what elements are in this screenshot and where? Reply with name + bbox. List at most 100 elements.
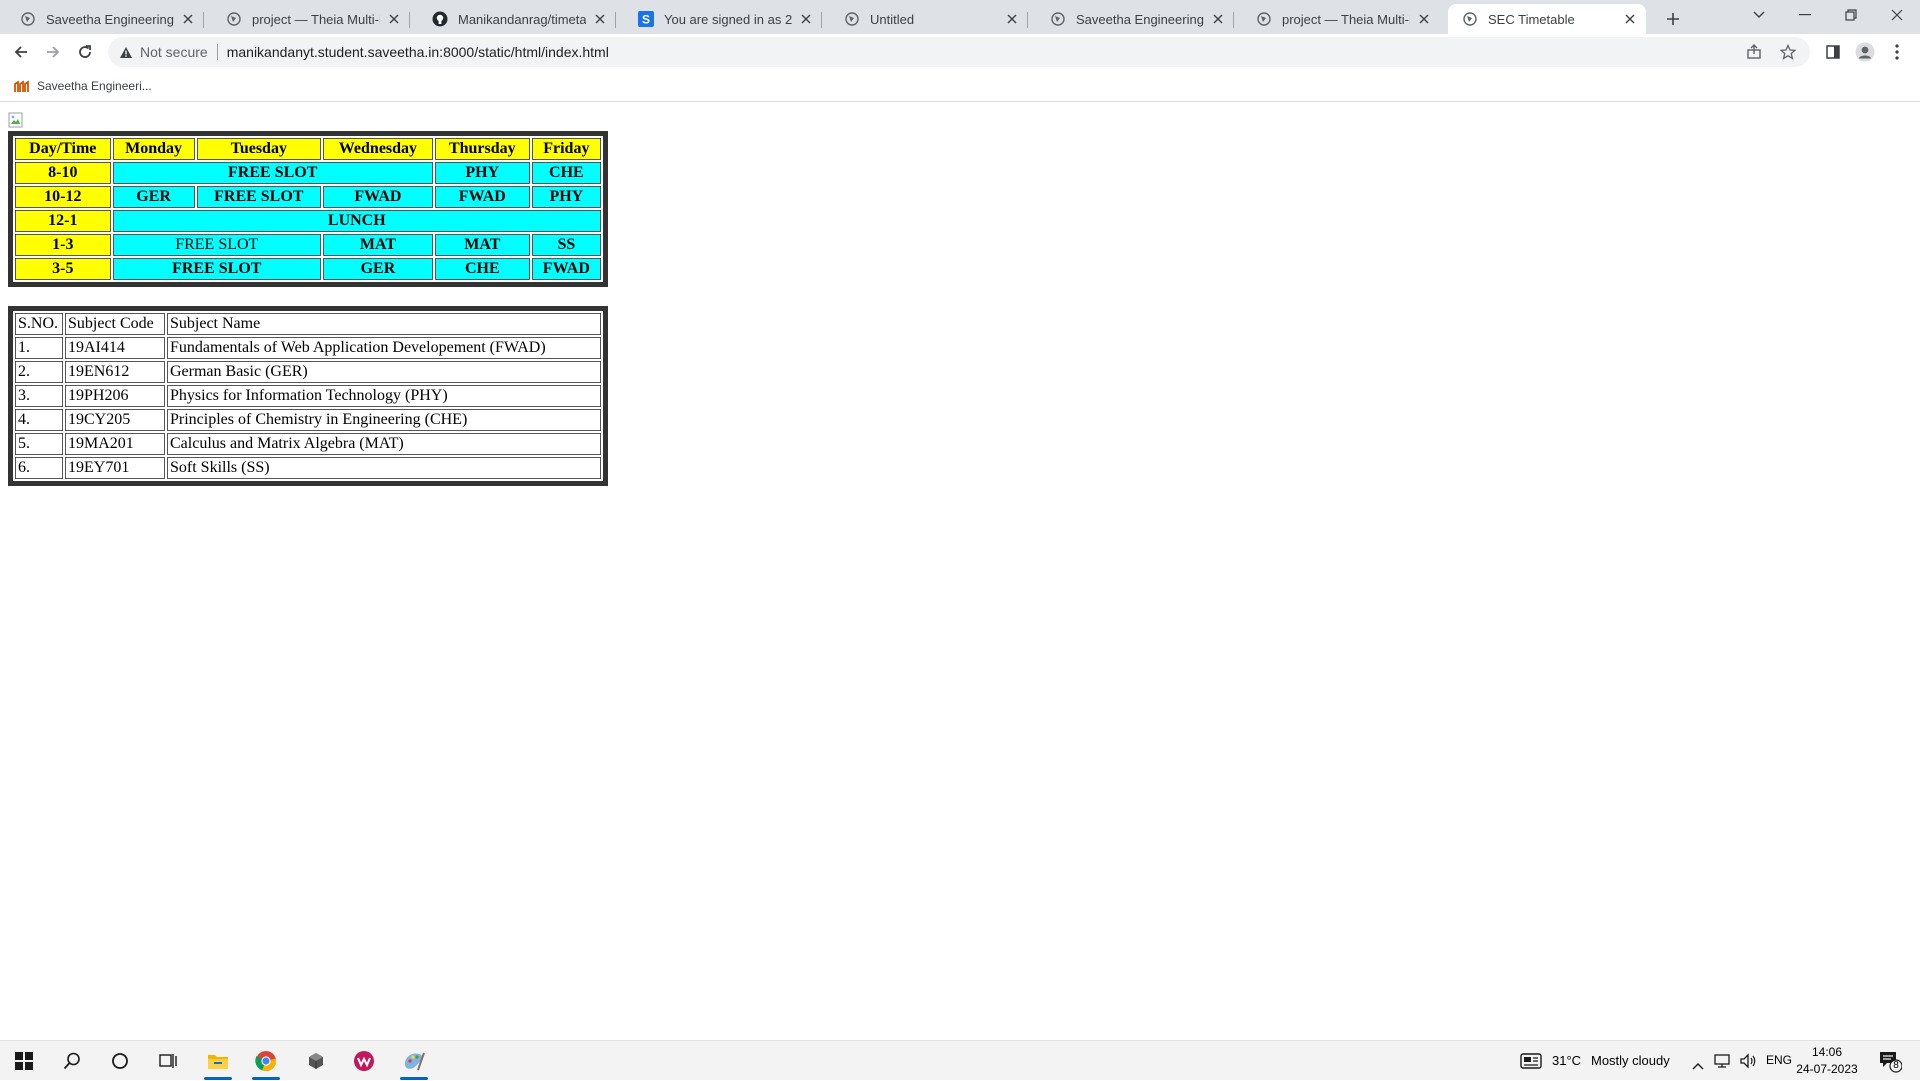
close-icon[interactable] [1622,11,1638,27]
serial-number: 5. [15,433,63,455]
browser-tab[interactable]: Saveetha Engineering Colle [6,4,204,34]
minimize-button[interactable] [1782,0,1828,30]
column-header: S.NO. [15,313,63,335]
forward-button[interactable] [39,38,67,66]
task-view-icon[interactable] [146,1041,190,1081]
subject-code: 19EN612 [65,361,165,383]
time-slot: 3-5 [15,258,111,280]
timetable-row: 10-12 GER FREE SLOT FWAD FWAD PHY [15,186,601,208]
timetable-cell: CHE [531,162,601,184]
time-slot: 10-12 [15,186,111,208]
bookmark-item[interactable]: Saveetha Engineeri... [14,78,152,94]
app-cube-icon[interactable] [294,1041,338,1081]
s-logo-icon: S [638,11,654,27]
clock-time: 14:06 [1811,1045,1843,1059]
wps-office-icon[interactable] [342,1041,386,1081]
table-row: 5. 19MA201 Calculus and Matrix Algebra (… [15,433,601,455]
tab-title: Untitled [870,11,915,27]
security-label[interactable]: Not secure [140,44,208,60]
tab-title: project — Theia Multi-Lang [252,11,380,27]
browser-tab[interactable]: Manikandanrag/timetable [418,4,616,34]
tab-separator [821,12,822,28]
chevron-up-icon[interactable] [1692,1055,1704,1070]
cortana-icon[interactable] [98,1041,142,1081]
volume-icon[interactable] [1739,1053,1757,1069]
browser-tab[interactable]: project — Theia Multi-Lang [1242,4,1440,34]
bookmark-star-icon[interactable] [1778,42,1798,62]
subject-code: 19MA201 [65,433,165,455]
globe-icon [1462,11,1478,27]
saveetha-logo-icon [14,78,30,94]
globe-icon [1050,11,1066,27]
tab-separator [203,12,204,28]
network-icon[interactable] [1713,1053,1731,1069]
new-tab-button[interactable] [1660,6,1686,32]
tab-search-button[interactable] [1736,0,1782,30]
time-slot: 12-1 [15,210,111,232]
profile-avatar[interactable] [1851,38,1879,66]
serial-number: 1. [15,337,63,359]
warning-icon[interactable] [118,44,134,60]
notification-icon[interactable]: 8 [1878,1049,1903,1073]
close-icon[interactable] [798,11,814,27]
file-explorer-icon[interactable] [196,1041,240,1081]
close-icon[interactable] [1004,11,1020,27]
address-bar[interactable]: Not secure manikandanyt.student.saveetha… [108,37,1810,67]
side-panel-button[interactable] [1819,38,1847,66]
timetable-row: 12-1 LUNCH [15,210,601,232]
weather-temp[interactable]: 31°C [1552,1053,1581,1068]
browser-tab[interactable]: project — Theia Multi-Lang [212,4,410,34]
share-icon[interactable] [1744,42,1764,62]
table-row: 2. 19EN612 German Basic (GER) [15,361,601,383]
close-icon[interactable] [180,11,196,27]
browser-tab-active[interactable]: SEC Timetable [1448,4,1646,34]
close-window-button[interactable] [1874,0,1920,30]
close-icon[interactable] [1210,11,1226,27]
timetable-cell: LUNCH [112,210,601,232]
search-icon[interactable] [50,1041,94,1081]
weather-text[interactable]: Mostly cloudy [1591,1053,1670,1068]
column-header: Monday [112,138,195,160]
timetable-cell: FREE SLOT [196,186,321,208]
tab-separator [409,12,410,28]
timetable-row: 3-5 FREE SLOT GER CHE FWAD [15,258,601,280]
column-header: Friday [531,138,601,160]
weather-icon[interactable] [1520,1053,1542,1069]
subjects-table: S.NO. Subject Code Subject Name 1. 19AI4… [8,306,608,486]
timetable-cell: FREE SLOT [112,258,321,280]
browser-tab[interactable]: Untitled [830,4,1028,34]
tab-strip: Saveetha Engineering Colle project — The… [0,0,1920,34]
chrome-icon[interactable] [244,1041,288,1081]
time-slot: 8-10 [15,162,111,184]
browser-tab[interactable]: S You are signed in as 23004 [624,4,822,34]
table-row: 1. 19AI414 Fundamentals of Web Applicati… [15,337,601,359]
close-icon[interactable] [1416,11,1432,27]
subjects-header-row: S.NO. Subject Code Subject Name [15,313,601,335]
close-icon[interactable] [386,11,402,27]
reload-button[interactable] [71,38,99,66]
serial-number: 2. [15,361,63,383]
subject-name: Physics for Information Technology (PHY) [167,385,601,407]
start-button[interactable] [2,1041,46,1081]
column-header: Subject Code [65,313,165,335]
close-icon[interactable] [592,11,608,27]
globe-icon [844,11,860,27]
table-row: 3. 19PH206 Physics for Information Techn… [15,385,601,407]
menu-kebab-icon[interactable] [1883,38,1911,66]
language-indicator[interactable]: ENG [1766,1053,1792,1067]
globe-icon [20,11,36,27]
url-text[interactable]: manikandanyt.student.saveetha.in:8000/st… [227,44,609,60]
timetable-cell: PHY [531,186,601,208]
tab-title: Saveetha Engineering Colle [1076,11,1204,27]
github-icon [432,11,448,27]
subject-name: Calculus and Matrix Algebra (MAT) [167,433,601,455]
clock[interactable]: 14:06 24-07-2023 [1796,1044,1858,1078]
tab-title: Saveetha Engineering Colle [46,11,174,27]
paint-icon[interactable] [392,1041,436,1081]
timetable-cell: SS [531,234,601,256]
restore-button[interactable] [1828,0,1874,30]
subject-name: Soft Skills (SS) [167,457,601,479]
back-button[interactable] [7,38,35,66]
browser-tab[interactable]: Saveetha Engineering Colle [1036,4,1234,34]
timetable-row: 8-10 FREE SLOT PHY CHE [15,162,601,184]
